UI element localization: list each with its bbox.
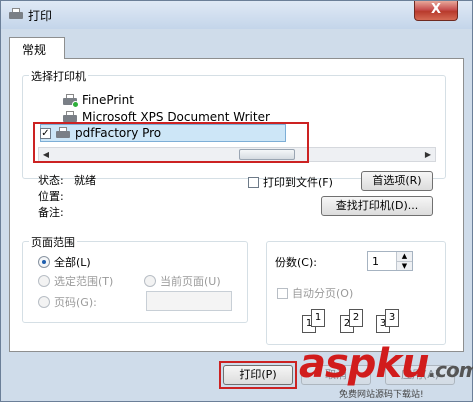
pages-input[interactable] (146, 291, 232, 311)
spin-up-icon[interactable]: ▲ (396, 252, 412, 261)
comment-label: 备注: (38, 206, 64, 219)
printer-icon (62, 93, 79, 108)
print-to-file-checkbox[interactable] (248, 176, 259, 188)
copies-label: 份数(C): (275, 256, 317, 269)
print-button-highlight (219, 361, 297, 389)
status-value: 就绪 (74, 174, 96, 187)
watermark-logo: aspku.com (299, 341, 473, 387)
watermark-tagline: 免费网站源码下载站! (339, 390, 424, 400)
title-bar: 打印 (1, 1, 472, 29)
printer-icon (8, 7, 24, 21)
spin-down-icon[interactable]: ▼ (396, 261, 412, 270)
collate-illustration: 1 1 2 2 3 3 (302, 307, 412, 337)
copies-value: 1 (372, 255, 379, 268)
highlight-box (33, 122, 309, 163)
printer-name: FinePrint (82, 93, 134, 107)
tab-general[interactable]: 常规 (9, 37, 65, 59)
collate-checkbox[interactable] (277, 287, 288, 299)
collate-option[interactable]: 自动分页(O) (277, 285, 353, 301)
printer-item-fineprint[interactable]: FinePrint (46, 92, 134, 108)
general-panel: 选择打印机 FinePrint Microsoft XPS Document W… (9, 58, 464, 352)
print-dialog: 打印 X 常规 选择打印机 FinePrint Microsoft XPS Do… (0, 0, 473, 402)
copies-input[interactable]: 1 ▲ ▼ (367, 251, 413, 271)
page-range-title: 页面范围 (29, 234, 77, 250)
printer-group-title: 选择打印机 (29, 68, 88, 84)
collate-page: 2 (349, 309, 363, 327)
range-all-label: 全部(L) (54, 256, 91, 269)
range-all-radio[interactable] (38, 256, 50, 268)
find-printer-button[interactable]: 查找打印机(D)... (321, 196, 433, 216)
scroll-right-icon[interactable]: ▶ (421, 148, 435, 161)
range-pages-radio[interactable] (38, 296, 50, 308)
status-label: 状态: (38, 174, 64, 187)
print-to-file-option[interactable]: 打印到文件(F) (248, 174, 333, 190)
window-title: 打印 (28, 9, 53, 23)
close-icon: X (430, 2, 442, 17)
range-current-option[interactable]: 当前页面(U) (144, 273, 221, 289)
range-current-label: 当前页面(U) (160, 275, 221, 288)
location-label: 位置: (38, 190, 64, 203)
range-current-radio[interactable] (144, 275, 156, 287)
preferences-button[interactable]: 首选项(R) (361, 171, 433, 191)
close-button[interactable]: X (414, 1, 458, 21)
range-selection-label: 选定范围(T) (54, 275, 114, 288)
range-pages-label: 页码(G): (54, 296, 97, 309)
collate-page: 1 (311, 309, 325, 327)
print-to-file-label: 打印到文件(F) (263, 176, 333, 189)
range-selection-option[interactable]: 选定范围(T) (38, 273, 113, 289)
range-pages-option[interactable]: 页码(G): (38, 294, 97, 310)
range-all-option[interactable]: 全部(L) (38, 254, 91, 270)
collate-page: 3 (385, 309, 399, 327)
collate-label: 自动分页(O) (292, 287, 354, 300)
range-selection-radio[interactable] (38, 275, 50, 287)
